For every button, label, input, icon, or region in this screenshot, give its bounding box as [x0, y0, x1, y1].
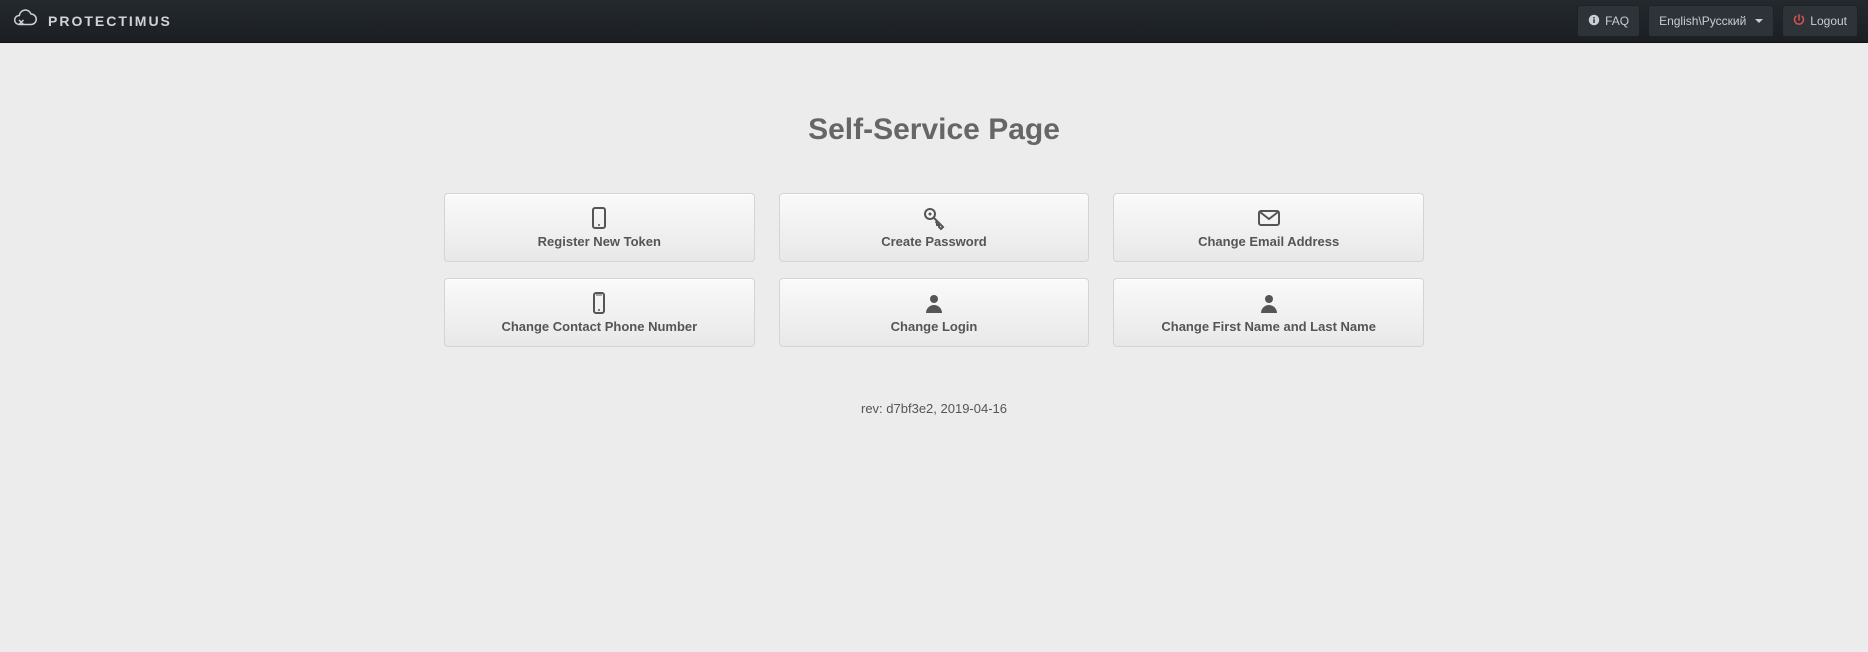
brand-text: PROTECTIMUS: [48, 13, 172, 29]
logout-label: Logout: [1810, 15, 1847, 27]
card-label: Change Login: [891, 319, 978, 334]
page-content: Self-Service Page Register New Token Cre…: [432, 43, 1436, 416]
envelope-icon: [1257, 204, 1281, 232]
card-create-password[interactable]: Create Password: [779, 193, 1090, 262]
card-label: Change Email Address: [1198, 234, 1339, 249]
card-label: Change Contact Phone Number: [501, 319, 697, 334]
card-change-email[interactable]: Change Email Address: [1113, 193, 1424, 262]
nav-right: FAQ English\Русский Logout: [1577, 5, 1858, 37]
language-label: English\Русский: [1659, 15, 1746, 27]
power-icon: [1793, 14, 1805, 28]
user-icon: [922, 289, 946, 317]
card-grid: Register New Token Create Password Chang…: [444, 193, 1424, 347]
card-change-phone[interactable]: Change Contact Phone Number: [444, 278, 755, 347]
brand-logo-icon: [10, 9, 40, 34]
chevron-down-icon: [1755, 19, 1763, 23]
card-label: Register New Token: [538, 234, 661, 249]
logout-button[interactable]: Logout: [1782, 5, 1858, 37]
card-change-name[interactable]: Change First Name and Last Name: [1113, 278, 1424, 347]
faq-button[interactable]: FAQ: [1577, 5, 1640, 37]
info-icon: [1588, 14, 1600, 28]
phone-icon: [587, 289, 611, 317]
card-label: Create Password: [881, 234, 987, 249]
card-change-login[interactable]: Change Login: [779, 278, 1090, 347]
page-title: Self-Service Page: [444, 113, 1424, 147]
faq-label: FAQ: [1605, 15, 1629, 27]
card-label: Change First Name and Last Name: [1161, 319, 1376, 334]
key-icon: [922, 204, 946, 232]
tablet-icon: [587, 204, 611, 232]
card-register-token[interactable]: Register New Token: [444, 193, 755, 262]
language-dropdown[interactable]: English\Русский: [1648, 5, 1774, 37]
user-icon: [1257, 289, 1281, 317]
revision-text: rev: d7bf3e2, 2019-04-16: [444, 401, 1424, 416]
brand[interactable]: PROTECTIMUS: [10, 9, 172, 34]
top-navbar: PROTECTIMUS FAQ English\Русский Logout: [0, 0, 1868, 43]
